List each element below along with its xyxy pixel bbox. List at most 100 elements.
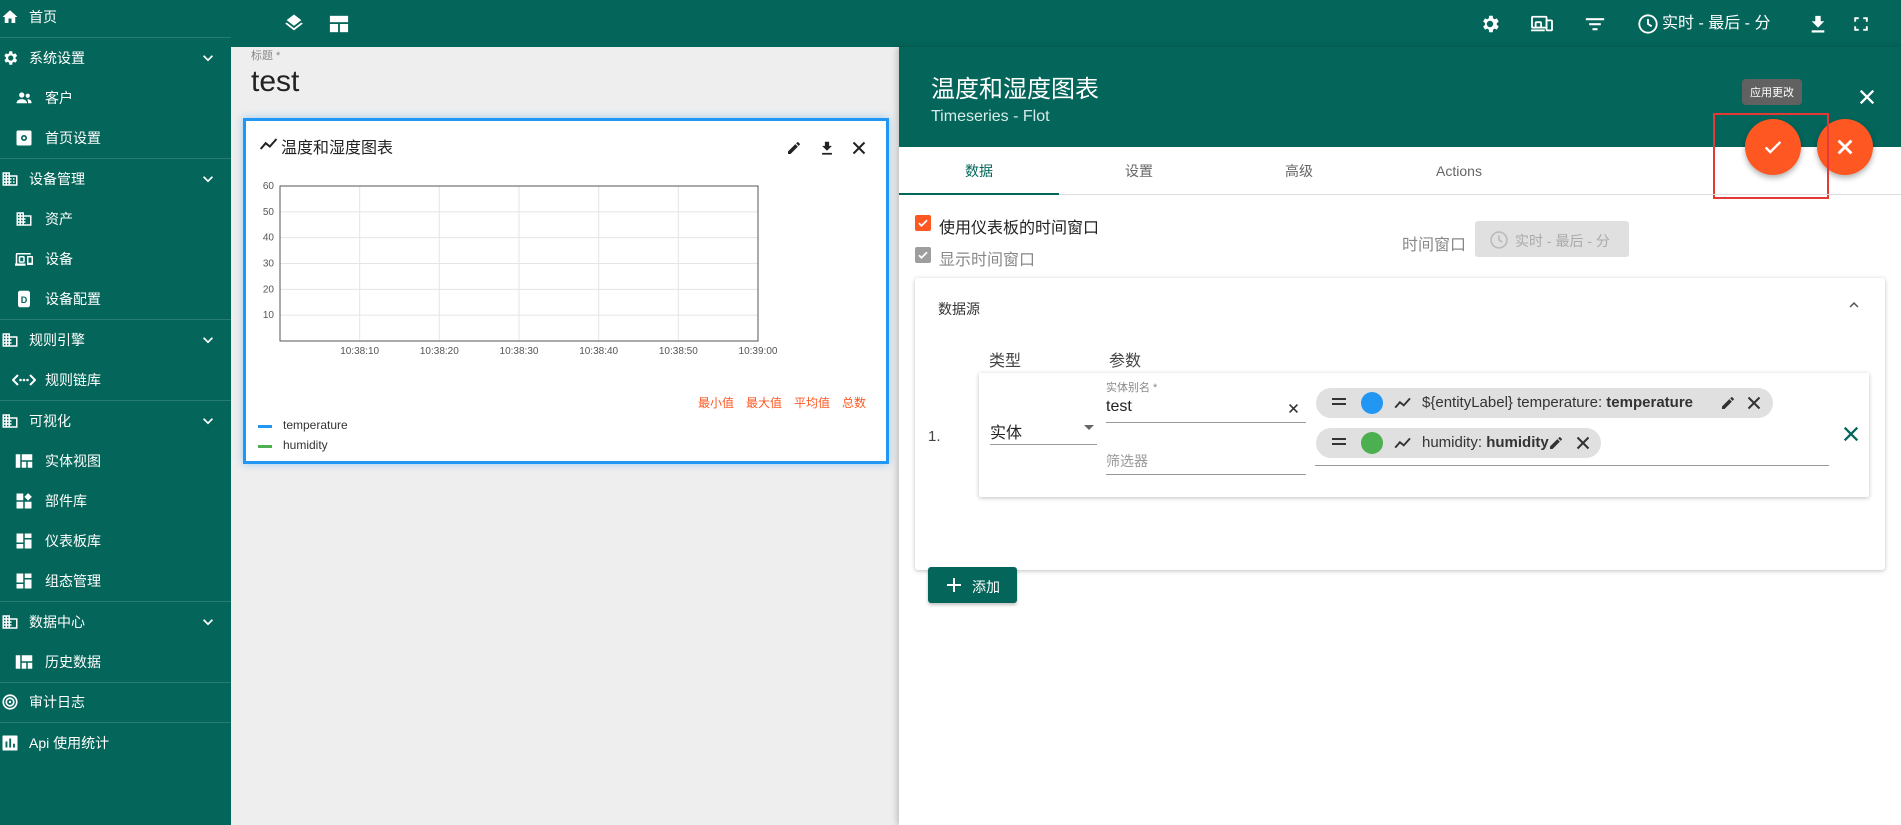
- y-tick-label: 20: [263, 284, 275, 295]
- type-select[interactable]: 实体: [990, 419, 1097, 445]
- datakey-label: ${entityLabel} temperature: temperature: [1422, 394, 1693, 411]
- devices-icon[interactable]: [1530, 12, 1554, 36]
- sidebar-item-label: 设备管理: [29, 171, 85, 187]
- domain-icon: [0, 411, 20, 431]
- fullscreen-icon[interactable]: [1849, 12, 1873, 36]
- chart-widget[interactable]: 温度和湿度图表 10 20 30 40 50 60 10:38:10 10:38:20 10:3…: [243, 118, 889, 464]
- download-icon[interactable]: [1806, 12, 1830, 36]
- datakey-chip[interactable]: ${entityLabel} temperature: temperature: [1316, 388, 1773, 418]
- filter-input[interactable]: 筛选器: [1106, 447, 1306, 475]
- edit-icon[interactable]: [786, 140, 802, 156]
- stat-avg-label: 平均值: [794, 396, 831, 410]
- edit-icon[interactable]: [1720, 395, 1736, 411]
- drag-handle-icon[interactable]: [1332, 397, 1346, 407]
- color-swatch[interactable]: [1361, 392, 1383, 414]
- color-swatch[interactable]: [1361, 432, 1383, 454]
- entity-alias-input[interactable]: test: [1106, 395, 1306, 423]
- sidebar-item-label: 规则链库: [45, 372, 101, 388]
- close-icon[interactable]: [1859, 89, 1875, 105]
- domain-icon: [14, 209, 34, 229]
- y-tick-label: 50: [263, 207, 275, 218]
- stat-min-label: 最小值: [698, 396, 735, 410]
- timewindow-button: 实时 - 最后 - 分: [1475, 221, 1629, 257]
- view-quilt-icon: [14, 451, 34, 471]
- track-changes-icon: [0, 692, 20, 712]
- clear-icon[interactable]: [1288, 403, 1299, 414]
- filter-placeholder: 筛选器: [1106, 453, 1148, 469]
- layers-icon[interactable]: [282, 12, 306, 36]
- sidebar-item-device-management[interactable]: 设备管理: [0, 159, 231, 199]
- chart-stats: 最小值 最大值 平均值 总数: [246, 394, 871, 410]
- datasource-row: 实体 实体别名 * test 筛选器 ${entityLabel} temper…: [979, 373, 1869, 497]
- dashboard-icon: [14, 531, 34, 551]
- sidebar-item-widget-library[interactable]: 部件库: [0, 481, 231, 521]
- sidebar-item-label: 首页: [29, 9, 57, 25]
- tab-data[interactable]: 数据: [899, 147, 1059, 195]
- clock-icon[interactable]: [1636, 12, 1660, 36]
- close-icon[interactable]: [852, 141, 866, 155]
- sidebar-item-audit-logs[interactable]: 审计日志: [0, 682, 231, 722]
- chart-legend: temperature humidity: [258, 416, 458, 456]
- tab-actions[interactable]: Actions: [1379, 147, 1539, 195]
- gear-icon[interactable]: [1478, 12, 1502, 36]
- sidebar-item-visualization[interactable]: 可视化: [0, 401, 231, 441]
- sidebar-item-home[interactable]: 首页: [0, 0, 231, 37]
- chevron-down-icon: [198, 411, 218, 431]
- widgets-icon: [14, 491, 34, 511]
- sidebar-item-rule-engine[interactable]: 规则引擎: [0, 320, 231, 360]
- filter-icon[interactable]: [1583, 12, 1607, 36]
- sidebar-item-label: 实体视图: [45, 453, 101, 469]
- remove-datasource-icon[interactable]: [1843, 426, 1859, 442]
- type-select-value: 实体: [990, 425, 1023, 442]
- sidebar-item-customers[interactable]: 客户: [0, 78, 231, 118]
- sidebar-item-devices[interactable]: 设备: [0, 239, 231, 279]
- edit-icon[interactable]: [1548, 435, 1564, 451]
- sidebar-item-label: 数据中心: [29, 614, 85, 630]
- add-datasource-button[interactable]: 添加: [928, 567, 1017, 603]
- download-icon[interactable]: [820, 140, 834, 156]
- datakey-chip[interactable]: humidity: humidity: [1316, 428, 1601, 458]
- chevron-up-icon[interactable]: [1845, 296, 1863, 314]
- sidebar-item-device-profiles[interactable]: D 设备配置: [0, 279, 231, 319]
- gear-icon: [0, 48, 20, 68]
- sidebar-item-system-settings[interactable]: 系统设置: [0, 38, 231, 78]
- sidebar-item-history-data[interactable]: 历史数据: [0, 642, 231, 682]
- stat-max-label: 最大值: [746, 396, 783, 410]
- top-toolbar: 实时 - 最后 - 分: [231, 0, 1901, 47]
- dropdown-arrow-icon: [1084, 425, 1094, 430]
- use-dashboard-timewindow-checkbox[interactable]: [915, 215, 931, 231]
- remove-icon[interactable]: [1747, 396, 1761, 410]
- datasource-row-index: 1.: [928, 428, 941, 445]
- timewindow-label[interactable]: 实时 - 最后 - 分: [1662, 12, 1770, 36]
- sidebar-item-label: 审计日志: [29, 694, 85, 710]
- tab-settings[interactable]: 设置: [1059, 147, 1219, 195]
- title-field[interactable]: test: [251, 65, 299, 99]
- sidebar-item-label: 资产: [45, 211, 73, 227]
- timeline-icon: [1393, 436, 1413, 450]
- sidebar-item-rule-chains[interactable]: 规则链库: [0, 360, 231, 400]
- legend-item[interactable]: temperature: [258, 416, 458, 436]
- remove-icon[interactable]: [1576, 436, 1590, 450]
- sidebar-item-label: 组态管理: [45, 573, 101, 589]
- svg-text:D: D: [21, 295, 28, 305]
- stat-total-label: 总数: [842, 396, 867, 410]
- show-timewindow-label: 显示时间窗口: [939, 252, 1036, 269]
- show-timewindow-checkbox: [915, 247, 931, 263]
- tab-advanced[interactable]: 高级: [1219, 147, 1379, 195]
- panel-subtitle: Timeseries - Flot: [931, 108, 1050, 125]
- legend-item[interactable]: humidity: [258, 436, 458, 456]
- sidebar-item-data-center[interactable]: 数据中心: [0, 602, 231, 642]
- sidebar-item-label: 历史数据: [45, 654, 101, 670]
- drag-handle-icon[interactable]: [1332, 437, 1346, 447]
- sidebar-item-entity-views[interactable]: 实体视图: [0, 441, 231, 481]
- sidebar-item-scada[interactable]: 组态管理: [0, 561, 231, 601]
- sidebar-item-assets[interactable]: 资产: [0, 199, 231, 239]
- sidebar-item-dashboards[interactable]: 仪表板库: [0, 521, 231, 561]
- settings-ethernet-icon: [12, 370, 36, 390]
- line-chart: 10 20 30 40 50 60 10:38:10 10:38:20 10:38:30 10:3…: [263, 181, 778, 357]
- sidebar-item-home-settings[interactable]: 首页设置: [0, 118, 231, 158]
- sidebar-item-api-usage[interactable]: Api 使用统计: [0, 723, 231, 763]
- layout-icon[interactable]: [327, 12, 351, 36]
- widget-config-panel: 温度和湿度图表 Timeseries - Flot 应用更改 数据 设置 高级 …: [899, 47, 1901, 825]
- timeline-icon: [259, 136, 279, 152]
